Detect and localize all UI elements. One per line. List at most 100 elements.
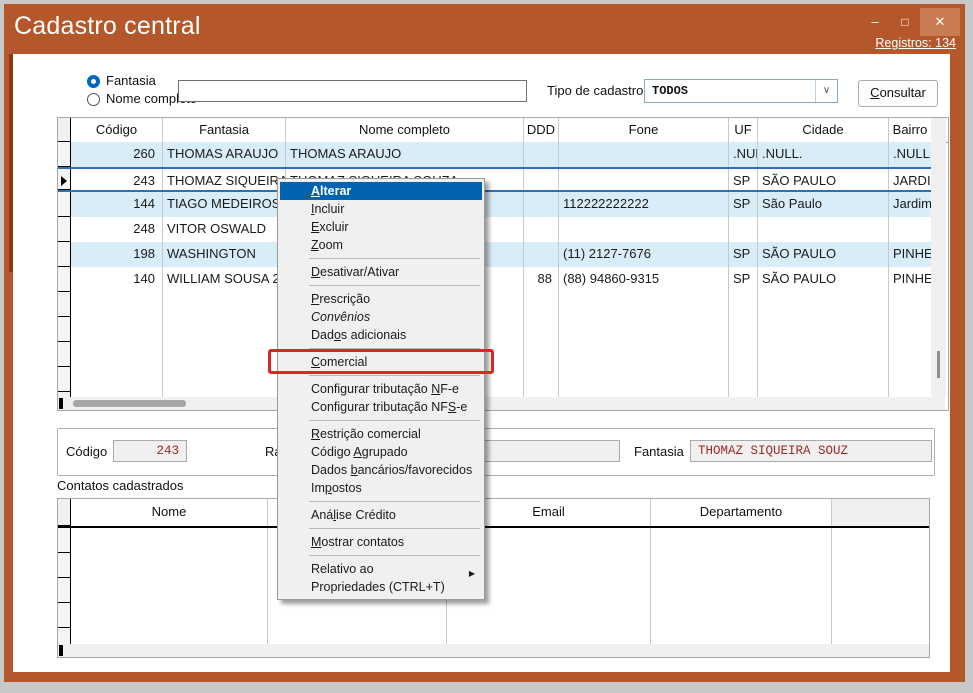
cell-fantasia: THOMAZ SIQUEIRA SOUZ (163, 169, 286, 190)
cell-bairro: .NULL. (889, 142, 931, 167)
row-selector[interactable] (58, 142, 71, 167)
menu-item-propriedades[interactable]: Propriedades (CTRL+T) (278, 578, 484, 596)
fantasia-label: Fantasia (634, 444, 684, 459)
row-selector[interactable] (58, 192, 71, 217)
grid-row-selected[interactable]: 243 THOMAZ SIQUEIRA SOUZ THOMAZ SIQUEIRA… (58, 167, 931, 192)
cell-bairro: PINHEIR (889, 242, 931, 267)
vertical-scrollbar[interactable] (931, 118, 946, 397)
row-selector[interactable] (58, 217, 71, 242)
context-menu: Alterar Incluir Excluir Zoom Desativar/A… (277, 178, 485, 600)
cell-cidade (758, 217, 889, 242)
row-selector[interactable] (58, 169, 71, 190)
records-table: Código Fantasia Nome completo DDD Fone U… (57, 117, 949, 411)
col-header-bairro[interactable]: Bairro (889, 118, 931, 142)
cell-fantasia: WILLIAM SOUSA 2 (163, 267, 286, 292)
chevron-down-icon[interactable]: ∨ (815, 80, 837, 102)
menu-item-dados-adicionais[interactable]: Dados adicionais (278, 326, 484, 344)
col-header-uf[interactable]: UF (729, 118, 758, 142)
menu-item-restricao-comercial[interactable]: Restrição comercial (278, 425, 484, 443)
horizontal-scrollbar[interactable] (58, 397, 945, 410)
empty-row (58, 603, 929, 628)
menu-item-configurar-tributacao-nfe[interactable]: Configurar tributação NF-e (278, 380, 484, 398)
cell-bairro: Jardim (889, 192, 931, 217)
grid-row[interactable]: 144 TIAGO MEDEIROS 112222222222 SP São P… (58, 192, 931, 217)
grid-row[interactable]: 260 THOMAS ARAUJO THOMAS ARAUJO .NULL. .… (58, 142, 931, 167)
cell-fantasia: TIAGO MEDEIROS (163, 192, 286, 217)
menu-separator (309, 501, 480, 502)
consultar-button[interactable]: Consultar (858, 80, 938, 107)
cell-cidade: SÃO PAULO (758, 242, 889, 267)
cell-uf: SP (729, 267, 758, 292)
col-header-departamento[interactable]: Departamento (651, 499, 832, 526)
empty-row (58, 317, 931, 342)
window-title: Cadastro central (14, 12, 201, 41)
menu-item-codigo-agrupado[interactable]: Código Agrupado (278, 443, 484, 461)
cell-cidade: SÃO PAULO (758, 169, 889, 190)
grid-row[interactable]: 140 WILLIAM SOUSA 2 88 (88) 94860-9315 S… (58, 267, 931, 292)
menu-item-prescricao[interactable]: Prescrição (278, 290, 484, 308)
cell-ddd (524, 169, 559, 190)
menu-item-incluir[interactable]: Incluir (278, 200, 484, 218)
grid-row[interactable]: 198 WASHINGTON (11) 2127-7676 SP SÃO PAU… (58, 242, 931, 267)
row-selector[interactable] (58, 267, 71, 292)
menu-separator (309, 375, 480, 376)
cell-codigo: 140 (71, 267, 163, 292)
menu-item-analise-credito[interactable]: Análise Crédito (278, 506, 484, 524)
maximize-button[interactable]: □ (892, 10, 918, 34)
search-input[interactable] (178, 80, 527, 102)
registros-link[interactable]: Registros: 134 (875, 36, 956, 50)
scrollbar-thumb[interactable] (73, 400, 186, 407)
cell-bairro (889, 217, 931, 242)
cell-cidade: SÃO PAULO (758, 267, 889, 292)
col-header-ddd[interactable]: DDD (524, 118, 559, 142)
col-header-extra[interactable] (832, 499, 929, 526)
empty-row (58, 578, 929, 603)
empty-row (58, 367, 931, 392)
menu-separator (309, 555, 480, 556)
menu-item-configurar-tributacao-nfse[interactable]: Configurar tributação NFS-e (278, 398, 484, 416)
menu-item-desativar-ativar[interactable]: Desativar/Ativar (278, 263, 484, 281)
scrollbar-thumb[interactable] (937, 351, 940, 378)
menu-item-convenios[interactable]: Convênios (278, 308, 484, 326)
menu-item-alterar[interactable]: Alterar (280, 182, 482, 200)
menu-item-relativo-ao[interactable]: Relativo ao▶ (278, 560, 484, 578)
empty-row (58, 342, 931, 367)
nome-completo-radio[interactable] (87, 93, 100, 106)
col-header-fone[interactable]: Fone (559, 118, 729, 142)
empty-row (58, 528, 929, 553)
fantasia-radio[interactable] (87, 75, 100, 88)
cell-uf: .NULL. (729, 142, 758, 167)
cell-uf (729, 217, 758, 242)
minimize-button[interactable]: – (862, 10, 888, 34)
menu-item-dados-bancarios[interactable]: Dados bancários/favorecidos (278, 461, 484, 479)
close-button[interactable]: ✕ (920, 8, 960, 36)
horizontal-scrollbar[interactable] (58, 644, 929, 657)
col-header-cidade[interactable]: Cidade (758, 118, 889, 142)
menu-item-comercial[interactable]: Comercial (278, 353, 484, 371)
menu-item-impostos[interactable]: Impostos (278, 479, 484, 497)
menu-separator (309, 348, 480, 349)
grid-row[interactable]: 248 VITOR OSWALD (58, 217, 931, 242)
menu-item-zoom[interactable]: Zoom (278, 236, 484, 254)
cell-fone (559, 217, 729, 242)
col-header-codigo[interactable]: Código (71, 118, 163, 142)
fantasia-radio-label[interactable]: Fantasia (106, 73, 156, 88)
cell-ddd (524, 142, 559, 167)
col-header-fantasia[interactable]: Fantasia (163, 118, 286, 142)
cell-fone: (88) 94860-9315 (559, 267, 729, 292)
tipo-cadastro-select[interactable]: TODOS ∨ (644, 79, 838, 103)
menu-item-mostrar-contatos[interactable]: Mostrar contatos (278, 533, 484, 551)
cell-bairro: PINHEIR (889, 267, 931, 292)
menu-separator (309, 528, 480, 529)
col-header-nome[interactable]: Nome completo (286, 118, 524, 142)
cell-uf: SP (729, 242, 758, 267)
col-header-nome[interactable]: Nome (71, 499, 268, 526)
cell-ddd (524, 192, 559, 217)
empty-row (58, 292, 931, 317)
scrollbar-origin-mark (59, 398, 63, 409)
current-row-marker-icon (61, 176, 67, 186)
row-selector[interactable] (58, 242, 71, 267)
menu-item-excluir[interactable]: Excluir (278, 218, 484, 236)
menu-separator (309, 420, 480, 421)
table-header-row: Código Fantasia Nome completo DDD Fone U… (58, 118, 948, 143)
